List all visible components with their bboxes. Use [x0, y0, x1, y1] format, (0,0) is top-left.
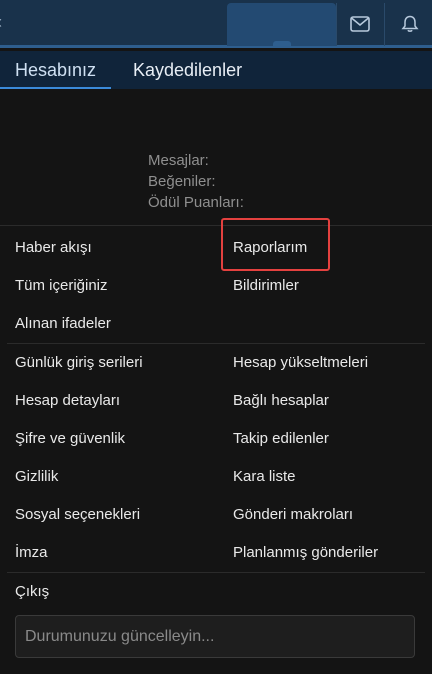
menu-row: Hesap detayları Bağlı hesaplar [0, 382, 432, 420]
bell-icon [401, 15, 419, 38]
menu-row: Sosyal seçenekleri Gönderi makroları [0, 496, 432, 534]
menu-item-notifications[interactable]: Bildirimler [233, 267, 299, 305]
status-update-input[interactable]: Durumunuzu güncelleyin... [15, 615, 415, 658]
alerts-button[interactable] [386, 8, 432, 44]
menu-row: Çıkış [0, 573, 432, 611]
messages-stat: Mesajlar: [148, 152, 209, 169]
account-menu: Haber akışı Raporlarım Tüm içeriğiniz Bi… [0, 225, 432, 611]
menu-item-login-streaks[interactable]: Günlük giriş serileri [15, 344, 143, 382]
highlight-box [221, 218, 330, 271]
account-tabs: Hesabınız Kaydedilenler [0, 51, 432, 89]
menu-item-connected-accounts[interactable]: Bağlı hesaplar [233, 382, 329, 420]
menu-item-following[interactable]: Takip edilenler [233, 420, 329, 458]
menu-row: Gizlilik Kara liste [0, 458, 432, 496]
menu-item-reactions-received[interactable]: Alınan ifadeler [15, 305, 111, 343]
menu-group-settings: Günlük giriş serileri Hesap yükseltmeler… [0, 344, 432, 572]
top-navbar: ‹ [0, 0, 432, 48]
points-stat: Ödül Puanları: [148, 194, 244, 211]
tab-your-account[interactable]: Hesabınız [0, 51, 112, 89]
menu-item-privacy[interactable]: Gizlilik [15, 458, 58, 496]
likes-stat: Beğeniler: [148, 173, 216, 190]
menu-row: Haber akışı Raporlarım [0, 229, 432, 267]
active-indicator [273, 41, 291, 46]
tab-saved[interactable]: Kaydedilenler [118, 51, 257, 89]
menu-item-scheduled-posts[interactable]: Planlanmış gönderiler [233, 534, 378, 572]
menu-item-news-feed[interactable]: Haber akışı [15, 229, 92, 267]
menu-row: Alınan ifadeler [0, 305, 432, 343]
menu-item-social-options[interactable]: Sosyal seçenekleri [15, 496, 140, 534]
menu-item-signature[interactable]: İmza [15, 534, 48, 572]
inbox-button[interactable] [336, 8, 384, 44]
menu-row: Şifre ve güvenlik Takip edilenler [0, 420, 432, 458]
account-stats: Mesajlar: Beğeniler: Ödül Puanları: [148, 150, 244, 213]
account-nav-tab[interactable] [227, 3, 336, 46]
menu-row: Tüm içeriğiniz Bildirimler [0, 267, 432, 305]
menu-item-ignore-list[interactable]: Kara liste [233, 458, 296, 496]
menu-row: Günlük giriş serileri Hesap yükseltmeler… [0, 344, 432, 382]
menu-row: İmza Planlanmış gönderiler [0, 534, 432, 572]
menu-item-post-macros[interactable]: Gönderi makroları [233, 496, 353, 534]
menu-item-password-security[interactable]: Şifre ve güvenlik [15, 420, 125, 458]
back-arrow-icon[interactable]: ‹ [0, 12, 8, 32]
menu-group-logout: Çıkış [0, 573, 432, 611]
mail-icon [350, 15, 370, 37]
menu-item-all-content[interactable]: Tüm içeriğiniz [15, 267, 108, 305]
menu-item-logout[interactable]: Çıkış [15, 573, 49, 611]
menu-item-account-details[interactable]: Hesap detayları [15, 382, 120, 420]
menu-group-main: Haber akışı Raporlarım Tüm içeriğiniz Bi… [0, 226, 432, 343]
divider [384, 3, 385, 46]
menu-item-account-upgrades[interactable]: Hesap yükseltmeleri [233, 344, 368, 382]
